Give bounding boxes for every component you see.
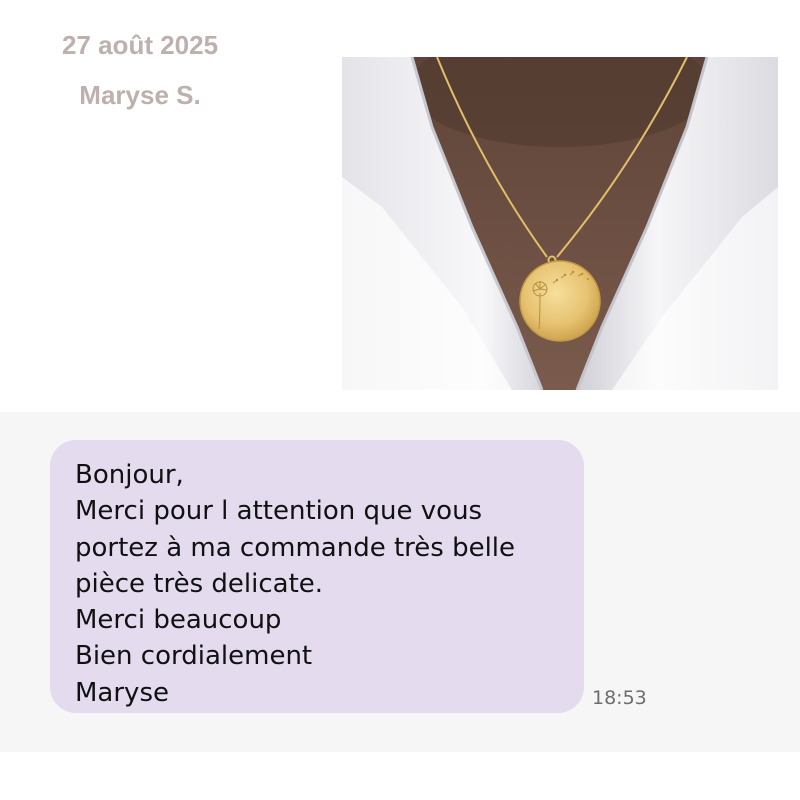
message-line: portez à ma commande très belle [75, 532, 516, 563]
reviewer-name: Maryse S. [79, 80, 201, 110]
message-thread: Bonjour, Merci pour l attention que vous… [0, 412, 800, 752]
message-line: Bonjour, [75, 460, 184, 490]
review-card: 27 août 2025 Maryse S. Bonjour, Merci po… [0, 0, 800, 800]
message-line: Merci beaucoup [75, 605, 282, 636]
message-line: Merci pour l attention que vous [75, 496, 483, 527]
message-line: Bien cordialement [75, 641, 313, 672]
message-bubble[interactable]: Bonjour, Merci pour l attention que vous… [50, 440, 584, 713]
message-timestamp: 18:53 [592, 687, 647, 709]
message-line: Maryse [75, 677, 169, 708]
product-photo [342, 57, 778, 390]
message-line: pièce très delicate. [75, 568, 324, 599]
review-date: 27 août 2025 [61, 30, 219, 60]
